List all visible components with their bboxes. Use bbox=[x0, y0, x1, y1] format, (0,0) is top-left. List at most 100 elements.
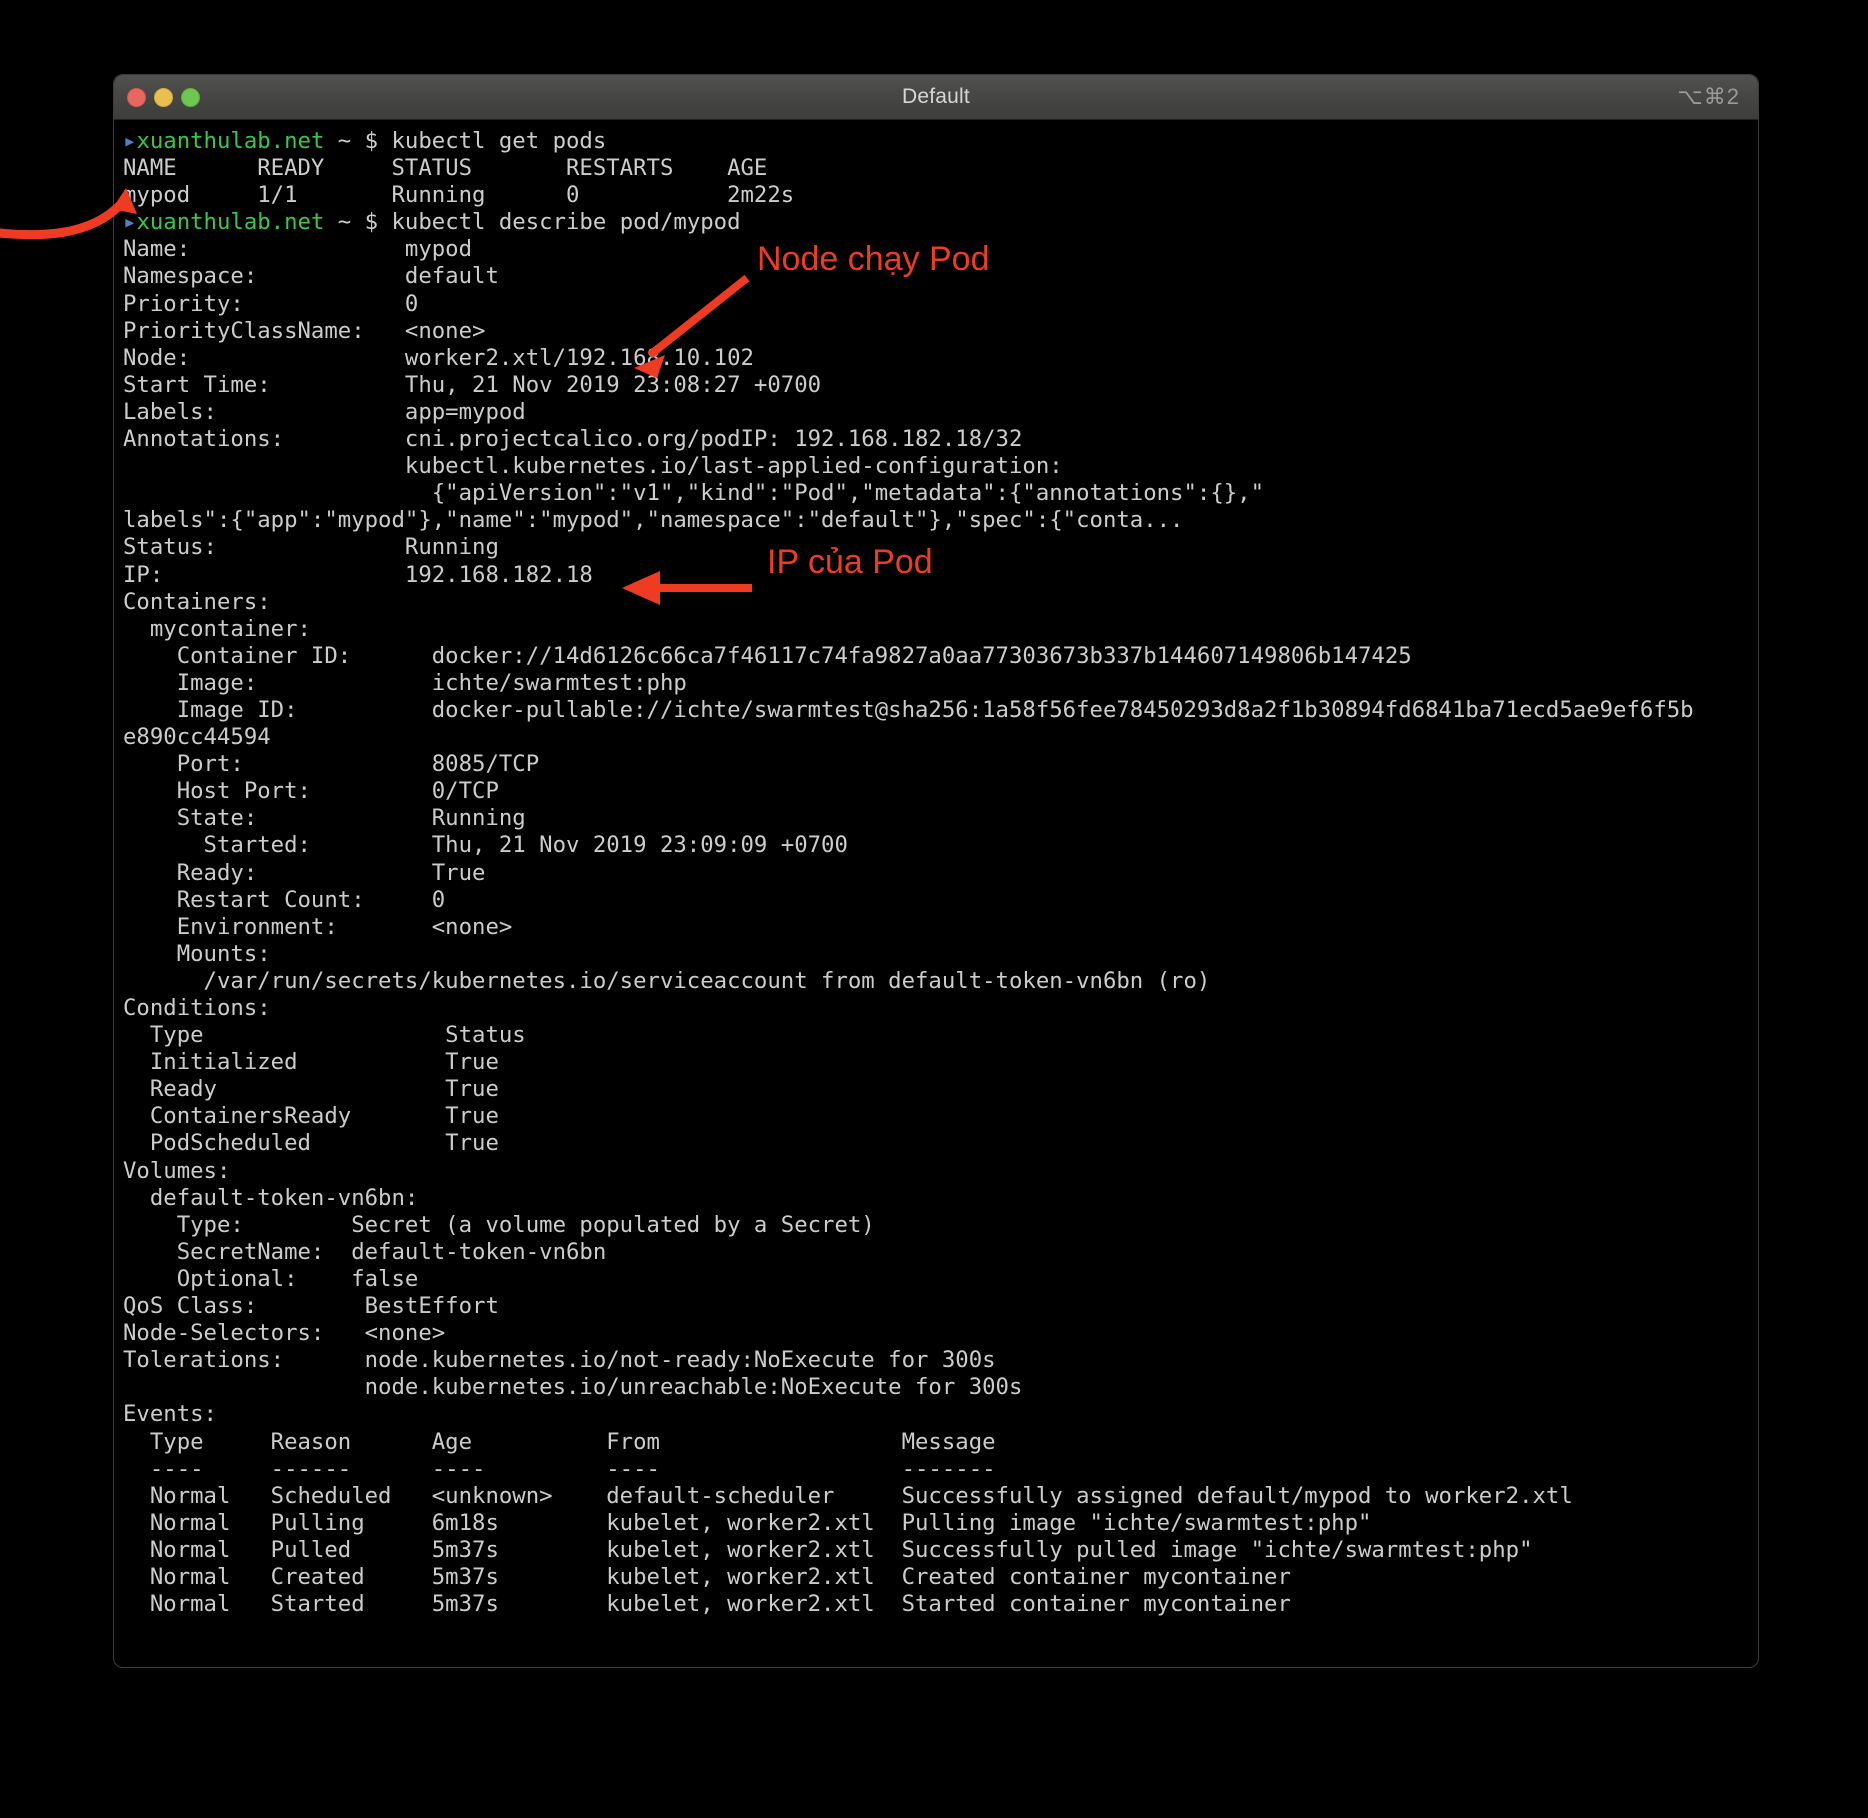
terminal-text: mycontainer: bbox=[123, 615, 311, 642]
terminal-output[interactable]: ▸xuanthulab.net ~ $ kubectl get pods NAME… bbox=[114, 120, 1758, 1624]
terminal-text: default-token-vn6bn: bbox=[123, 1184, 419, 1211]
conditions-header: Type Status bbox=[114, 1022, 1758, 1049]
terminal-text: Events: bbox=[123, 1401, 217, 1428]
tolerations-row-1: Tolerations: node.kubernetes.io/not-read… bbox=[114, 1347, 1758, 1374]
terminal-text: ~ $ kubectl describe pod/mypod bbox=[324, 209, 741, 236]
events-row: Normal Pulled 5m37s kubelet, worker2.xtl… bbox=[114, 1537, 1758, 1564]
conditions-row: Ready True bbox=[114, 1076, 1758, 1103]
terminal-text: Name: mypod bbox=[123, 236, 473, 263]
terminal-text: Ready True bbox=[123, 1076, 499, 1103]
events-row: Normal Created 5m37s kubelet, worker2.xt… bbox=[114, 1564, 1758, 1591]
container-port-row: Port: 8085/TCP bbox=[114, 751, 1758, 778]
volume-secretname-row: SecretName: default-token-vn6bn bbox=[114, 1239, 1758, 1266]
conditions-row: PodScheduled True bbox=[114, 1130, 1758, 1157]
window-title: Default bbox=[902, 85, 970, 108]
describe-field-labels: Labels: app=mypod bbox=[114, 399, 1758, 426]
terminal-text: Type Status bbox=[123, 1022, 526, 1049]
prompt-line-0: ▸xuanthulab.net ~ $ kubectl get pods bbox=[114, 128, 1758, 155]
terminal-title-bar[interactable]: Default ⌥⌘2 bbox=[114, 75, 1758, 120]
terminal-text: Conditions: bbox=[123, 995, 271, 1021]
terminal-text: kubectl.kubernetes.io/last-applied-confi… bbox=[123, 453, 1063, 480]
qos-class-row: QoS Class: BestEffort bbox=[114, 1293, 1758, 1320]
annotation-json-line-2: labels":{"app":"mypod"},"name":"mypod","… bbox=[114, 507, 1758, 534]
container-hostport-row: Host Port: 0/TCP bbox=[114, 778, 1758, 805]
terminal-text: Start Time: Thu, 21 Nov 2019 23:08:27 +0… bbox=[123, 371, 822, 398]
terminal-text: PriorityClassName: <none> bbox=[123, 317, 486, 344]
terminal-text: ---- ------ ---- ---- ------- bbox=[123, 1455, 996, 1482]
describe-field-start-time: Start Time: Thu, 21 Nov 2019 23:08:27 +0… bbox=[114, 372, 1758, 399]
get-pods-row: mypod 1/1 Running 0 2m22s bbox=[114, 182, 1758, 209]
volume-type-row: Type: Secret (a volume populated by a Se… bbox=[114, 1212, 1758, 1239]
terminal-window[interactable]: Default ⌥⌘2 ▸xuanthulab.net ~ $ kubectl … bbox=[113, 74, 1759, 1668]
terminal-text: e890cc44594 bbox=[123, 724, 271, 751]
terminal-text: Containers: bbox=[123, 588, 271, 615]
terminal-text: PodScheduled True bbox=[123, 1130, 499, 1157]
terminal-text: Started: Thu, 21 Nov 2019 23:09:09 +0700 bbox=[123, 832, 848, 859]
describe-field-status: Status: Running bbox=[114, 534, 1758, 561]
terminal-text: node.kubernetes.io/unreachable:NoExecute… bbox=[123, 1374, 1023, 1401]
container-restart-count-row: Restart Count: 0 bbox=[114, 887, 1758, 914]
events-row: Normal Pulling 6m18s kubelet, worker2.xt… bbox=[114, 1510, 1758, 1537]
terminal-text: {"apiVersion":"v1","kind":"Pod","metadat… bbox=[123, 480, 1265, 507]
describe-field-priorityclassname: PriorityClassName: <none> bbox=[114, 318, 1758, 345]
events-header: Type Reason Age From Message bbox=[114, 1429, 1758, 1456]
terminal-text: Restart Count: 0 bbox=[123, 886, 446, 913]
terminal-text: Initialized True bbox=[123, 1049, 499, 1076]
events-row: Normal Scheduled <unknown> default-sched… bbox=[114, 1483, 1758, 1510]
node-selectors-row: Node-Selectors: <none> bbox=[114, 1320, 1758, 1347]
keyboard-shortcut-badge: ⌥⌘2 bbox=[1677, 84, 1740, 109]
annotation-line: kubectl.kubernetes.io/last-applied-confi… bbox=[114, 453, 1758, 480]
terminal-text: State: Running bbox=[123, 805, 526, 832]
container-imageid-row-2: e890cc44594 bbox=[114, 724, 1758, 751]
terminal-text: IP: 192.168.182.18 bbox=[123, 561, 593, 588]
container-mounts-label: Mounts: bbox=[114, 941, 1758, 968]
events-section-label: Events: bbox=[114, 1401, 1758, 1428]
describe-field-name: Name: mypod bbox=[114, 236, 1758, 263]
annotation-json-line-1: {"apiVersion":"v1","kind":"Pod","metadat… bbox=[114, 480, 1758, 507]
terminal-text: Container ID: docker://14d6126c66ca7f461… bbox=[123, 642, 1412, 669]
describe-field-node: Node: worker2.xtl/192.168.10.102 bbox=[114, 345, 1758, 372]
container-id-row: Container ID: docker://14d6126c66ca7f461… bbox=[114, 643, 1758, 670]
events-separator: ---- ------ ---- ---- ------- bbox=[114, 1456, 1758, 1483]
terminal-text: Host Port: 0/TCP bbox=[123, 778, 499, 805]
describe-field-ip: IP: 192.168.182.18 bbox=[114, 562, 1758, 589]
container-imageid-row-1: Image ID: docker-pullable://ichte/swarmt… bbox=[114, 697, 1758, 724]
volume-name: default-token-vn6bn: bbox=[114, 1185, 1758, 1212]
terminal-text: Annotations: cni.projectcalico.org/podIP… bbox=[123, 426, 1023, 453]
terminal-text: Normal Created 5m37s kubelet, worker2.xt… bbox=[123, 1563, 1291, 1590]
terminal-text: Priority: 0 bbox=[123, 290, 419, 317]
volume-optional-row: Optional: false bbox=[114, 1266, 1758, 1293]
prompt-hostname: xuanthulab.net bbox=[136, 209, 325, 236]
container-ready-row: Ready: True bbox=[114, 860, 1758, 887]
conditions-row: ContainersReady True bbox=[114, 1103, 1758, 1130]
terminal-text: Type: Secret (a volume populated by a Se… bbox=[123, 1211, 875, 1238]
container-mounts-row: /var/run/secrets/kubernetes.io/serviceac… bbox=[114, 968, 1758, 995]
pod-name-arrow-curve bbox=[0, 201, 124, 240]
events-row: Normal Started 5m37s kubelet, worker2.xt… bbox=[114, 1591, 1758, 1618]
terminal-text: Status: Running bbox=[123, 534, 499, 561]
containers-section-label: Containers: bbox=[114, 589, 1758, 616]
terminal-text: Node: worker2.xtl/192.168.10.102 bbox=[123, 344, 754, 371]
terminal-text: Image: ichte/swarmtest:php bbox=[123, 669, 687, 696]
prompt-marker-icon: ▸ bbox=[123, 209, 137, 236]
terminal-text: Image ID: docker-pullable://ichte/swarmt… bbox=[123, 696, 1694, 723]
terminal-text: Labels: app=mypod bbox=[123, 398, 526, 425]
terminal-text: QoS Class: BestEffort bbox=[123, 1293, 499, 1320]
container-environment-row: Environment: <none> bbox=[114, 914, 1758, 941]
terminal-text: ~ $ kubectl get pods bbox=[324, 128, 607, 154]
terminal-text: Mounts: bbox=[123, 940, 271, 967]
describe-field-annotations: Annotations: cni.projectcalico.org/podIP… bbox=[114, 426, 1758, 453]
terminal-text: NAME READY STATUS RESTARTS AGE bbox=[123, 155, 768, 182]
terminal-text: Normal Pulling 6m18s kubelet, worker2.xt… bbox=[123, 1509, 1372, 1536]
terminal-text: Normal Scheduled <unknown> default-sched… bbox=[123, 1482, 1573, 1509]
conditions-row: Initialized True bbox=[114, 1049, 1758, 1076]
terminal-text: Port: 8085/TCP bbox=[123, 751, 540, 778]
get-pods-header: NAME READY STATUS RESTARTS AGE bbox=[114, 155, 1758, 182]
terminal-text: Normal Pulled 5m37s kubelet, worker2.xtl… bbox=[123, 1536, 1533, 1563]
container-state-row: State: Running bbox=[114, 805, 1758, 832]
describe-field-priority: Priority: 0 bbox=[114, 291, 1758, 318]
conditions-section-label: Conditions: bbox=[114, 995, 1758, 1022]
container-started-row: Started: Thu, 21 Nov 2019 23:09:09 +0700 bbox=[114, 832, 1758, 859]
prompt-marker-icon: ▸ bbox=[123, 128, 137, 154]
terminal-text: Namespace: default bbox=[123, 263, 499, 290]
